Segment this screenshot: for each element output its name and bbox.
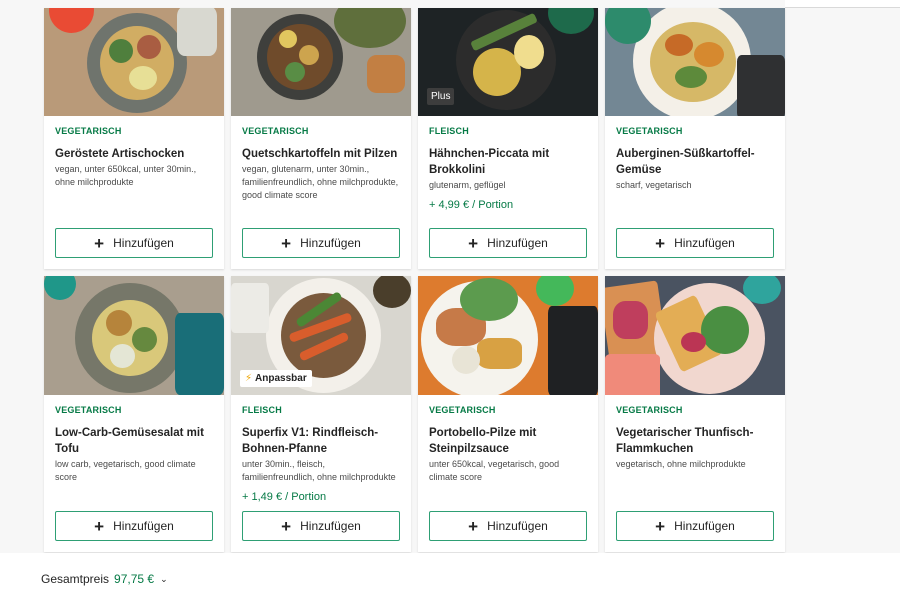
add-recipe-button[interactable]: + Hinzufügen	[429, 228, 587, 258]
category-label: FLEISCH	[429, 126, 469, 136]
category-label: FLEISCH	[242, 405, 282, 415]
recipe-image[interactable]	[605, 8, 785, 116]
recipe-title[interactable]: Quetschkartoffeln mit Pilzen	[242, 146, 400, 162]
recipe-grid: VEGETARISCH Geröstete Artischocken vegan…	[44, 8, 785, 553]
total-price-toggle[interactable]: Gesamtpreis 97,75 € ⌄	[41, 572, 168, 586]
recipe-tags: unter 30min., fleisch, familienfreundlic…	[242, 459, 396, 482]
recipe-title[interactable]: Geröstete Artischocken	[55, 146, 213, 162]
recipe-card[interactable]: VEGETARISCH Geröstete Artischocken vegan…	[44, 8, 224, 269]
recipe-title[interactable]: Portobello-Pilze mit Steinpilzsauce	[429, 425, 587, 457]
total-value: 97,75 €	[114, 572, 155, 586]
recipe-image[interactable]	[418, 276, 598, 395]
add-button-label: Hinzufügen	[113, 236, 174, 250]
category-label: VEGETARISCH	[616, 405, 683, 415]
plus-icon: +	[655, 233, 666, 253]
recipe-card[interactable]: VEGETARISCH Low-Carb-Gemüsesalat mit Tof…	[44, 276, 224, 552]
recipe-image[interactable]	[231, 8, 411, 116]
recipe-image[interactable]	[44, 8, 224, 116]
extra-price: + 1,49 € / Portion	[242, 491, 327, 503]
top-bar	[0, 0, 900, 8]
add-button-label: Hinzufügen	[487, 519, 548, 533]
recipe-title[interactable]: Low-Carb-Gemüsesalat mit Tofu	[55, 425, 213, 457]
chevron-down-icon[interactable]: ⌄	[160, 574, 168, 585]
recipe-title[interactable]: Auberginen-Süßkartoffel-Gemüse	[616, 146, 774, 178]
recipe-title[interactable]: Superfix V1: Rindfleisch-Bohnen-Pfanne	[242, 425, 400, 457]
recipe-image[interactable]	[44, 276, 224, 395]
customizable-badge: ⚡ Anpassbar	[240, 370, 312, 387]
category-label: VEGETARISCH	[55, 405, 122, 415]
add-recipe-button[interactable]: + Hinzufügen	[616, 228, 774, 258]
add-button-label: Hinzufügen	[113, 519, 174, 533]
plus-icon: +	[94, 516, 105, 536]
badge-label: Anpassbar	[255, 373, 307, 384]
customize-icon: ⚡	[245, 373, 253, 384]
footer-price-bar: Gesamtpreis 97,75 € ⌄	[0, 553, 900, 600]
category-label: VEGETARISCH	[242, 126, 309, 136]
add-button-label: Hinzufügen	[674, 519, 735, 533]
recipe-tags: scharf, vegetarisch	[616, 180, 692, 190]
add-recipe-button[interactable]: + Hinzufügen	[242, 228, 400, 258]
plus-icon: +	[468, 233, 479, 253]
plus-badge: Plus	[427, 88, 455, 105]
recipe-title[interactable]: Vegetarischer Thunfisch-Flammkuchen	[616, 425, 774, 457]
recipe-tags: vegetarisch, ohne milchprodukte	[616, 459, 746, 469]
add-recipe-button[interactable]: + Hinzufügen	[55, 511, 213, 541]
add-button-label: Hinzufügen	[674, 236, 735, 250]
plus-icon: +	[468, 516, 479, 536]
recipe-image[interactable]	[605, 276, 785, 395]
total-label: Gesamtpreis	[41, 572, 110, 586]
add-button-label: Hinzufügen	[487, 236, 548, 250]
extra-price: + 4,99 € / Portion	[429, 199, 514, 211]
add-recipe-button[interactable]: + Hinzufügen	[429, 511, 587, 541]
recipe-card[interactable]: Plus FLEISCH Hähnchen-Piccata mit Brokko…	[418, 8, 598, 269]
add-button-label: Hinzufügen	[300, 519, 361, 533]
recipe-tags: vegan, glutenarm, unter 30min., familien…	[242, 164, 399, 200]
category-label: VEGETARISCH	[616, 126, 683, 136]
category-label: VEGETARISCH	[55, 126, 122, 136]
recipe-card[interactable]: VEGETARISCH Vegetarischer Thunfisch-Flam…	[605, 276, 785, 552]
add-button-label: Hinzufügen	[300, 236, 361, 250]
recipe-tags: vegan, unter 650kcal, unter 30min., ohne…	[55, 164, 197, 187]
plus-icon: +	[281, 516, 292, 536]
recipe-tags: low carb, vegetarisch, good climate scor…	[55, 459, 196, 482]
header-edge	[785, 0, 900, 8]
recipe-tags: unter 650kcal, vegetarisch, good climate…	[429, 459, 560, 482]
category-label: VEGETARISCH	[429, 405, 496, 415]
plus-icon: +	[655, 516, 666, 536]
recipe-card[interactable]: VEGETARISCH Quetschkartoffeln mit Pilzen…	[231, 8, 411, 269]
recipe-tags: glutenarm, geflügel	[429, 180, 506, 190]
plus-icon: +	[281, 233, 292, 253]
recipe-card[interactable]: VEGETARISCH Auberginen-Süßkartoffel-Gemü…	[605, 8, 785, 269]
recipe-card[interactable]: VEGETARISCH Portobello-Pilze mit Steinpi…	[418, 276, 598, 552]
add-recipe-button[interactable]: + Hinzufügen	[55, 228, 213, 258]
plus-icon: +	[94, 233, 105, 253]
add-recipe-button[interactable]: + Hinzufügen	[616, 511, 774, 541]
recipe-card[interactable]: ⚡ Anpassbar FLEISCH Superfix V1: Rindfle…	[231, 276, 411, 552]
recipe-title[interactable]: Hähnchen-Piccata mit Brokkolini	[429, 146, 587, 178]
add-recipe-button[interactable]: + Hinzufügen	[242, 511, 400, 541]
